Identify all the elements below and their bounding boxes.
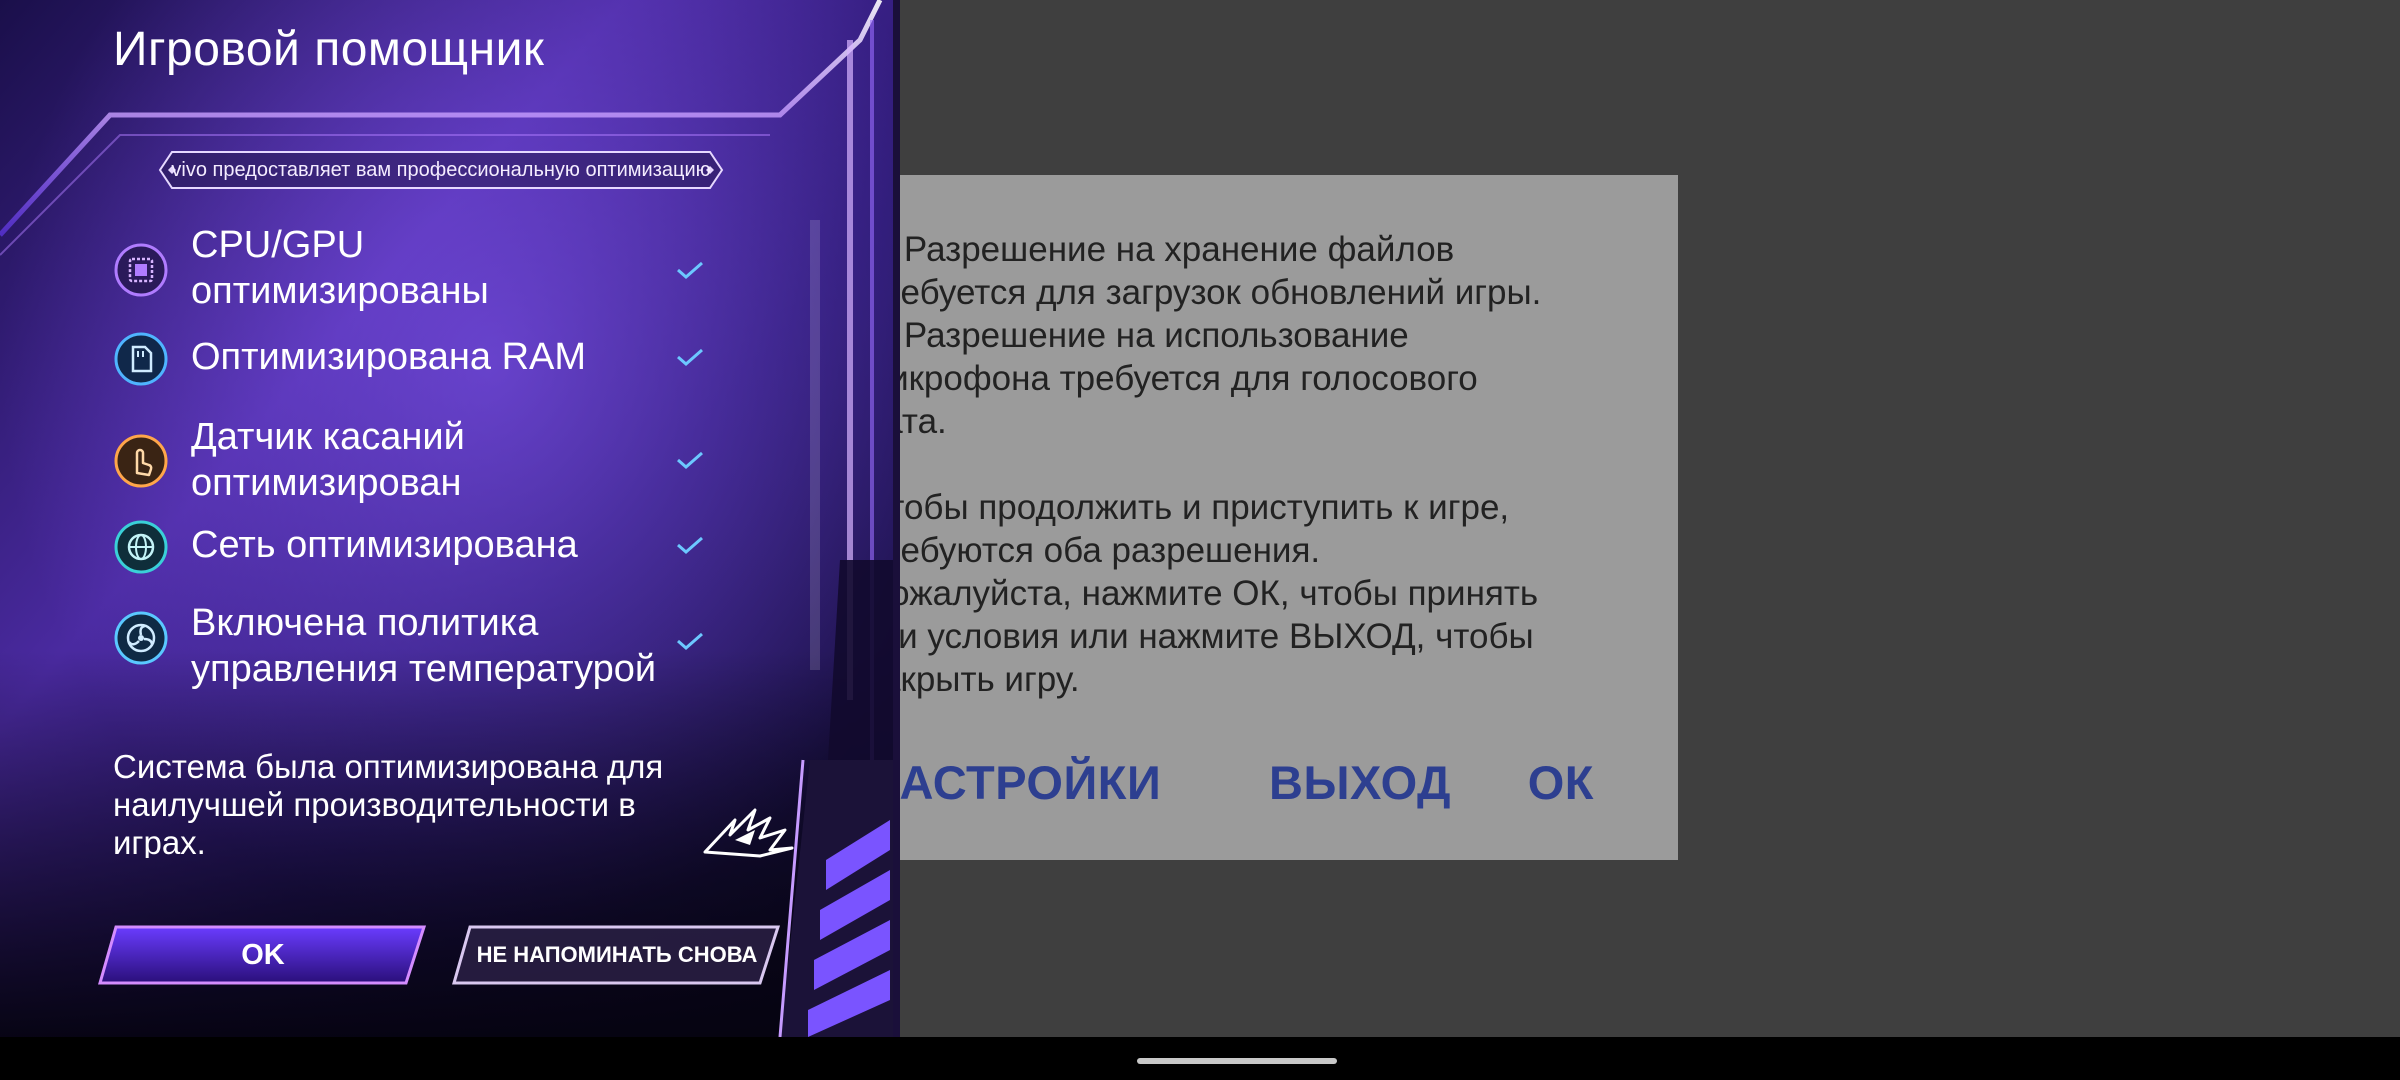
banner-text: vivo предоставляет вам профессиональную … xyxy=(171,159,711,181)
system-navigation-bar xyxy=(0,1037,2400,1080)
dialog-actions: НАСТРОЙКИ ВЫХОД ОК xyxy=(865,755,1594,825)
settings-button[interactable]: НАСТРОЙКИ xyxy=(865,755,1161,810)
page-title: Игровой помощник xyxy=(113,23,545,76)
list-item-label: Оптимизирована RAM xyxy=(191,336,587,378)
list-item-thermal: Включена политика управления температуро… xyxy=(113,600,713,692)
dont-remind-button-label: НЕ НАПОМИНАТЬ СНОВА xyxy=(476,942,758,967)
assistant-ok-button[interactable]: OK xyxy=(98,925,428,985)
list-item-label: Сеть оптимизирована xyxy=(191,524,578,566)
list-item-ram: Оптимизирована RAM xyxy=(113,332,713,386)
memory-card-icon xyxy=(114,332,168,386)
touch-hand-icon xyxy=(114,434,168,488)
check-icon xyxy=(677,451,703,469)
check-icon xyxy=(677,348,703,366)
check-icon xyxy=(677,536,703,554)
chip-icon xyxy=(114,243,168,297)
check-icon xyxy=(677,632,703,650)
list-item-label: CPU/GPU оптимизированы xyxy=(191,224,489,312)
iqoo-monster-logo xyxy=(703,808,794,858)
home-gesture-handle[interactable] xyxy=(1137,1058,1337,1064)
dont-remind-again-button[interactable]: НЕ НАПОМИНАТЬ СНОВА xyxy=(452,925,782,985)
list-item-touch: Датчик касаний оптимизирован xyxy=(113,414,713,506)
game-assistant-panel: Игровой помощник vivo предоставляет вам … xyxy=(0,0,900,1037)
optimization-banner: vivo предоставляет вам профессиональную … xyxy=(158,150,724,190)
list-item-cpu-gpu: CPU/GPU оптимизированы xyxy=(113,222,713,314)
permission-text-instructions: Чтобы продолжить и приступить к игре, тр… xyxy=(865,488,1539,699)
list-item-network: Сеть оптимизирована xyxy=(113,520,713,574)
exit-button[interactable]: ВЫХОД xyxy=(1269,755,1451,810)
ok-button-label: OK xyxy=(241,939,285,971)
permission-dialog: 1. Разрешение на хранение файлов требует… xyxy=(798,175,1678,860)
dialog-ok-button[interactable]: ОК xyxy=(1528,755,1594,810)
screen: 1. Разрешение на хранение файлов требует… xyxy=(0,0,2400,1080)
check-icon xyxy=(677,261,703,279)
list-item-label: Включена политика управления температуро… xyxy=(191,602,657,690)
globe-icon xyxy=(114,520,168,574)
list-item-label: Датчик касаний оптимизирован xyxy=(191,416,465,504)
optimization-summary: Система была оптимизирована для наилучше… xyxy=(113,748,664,858)
permission-text-storage-mic: 1. Разрешение на хранение файлов требует… xyxy=(865,230,1542,441)
fan-icon xyxy=(114,611,168,665)
